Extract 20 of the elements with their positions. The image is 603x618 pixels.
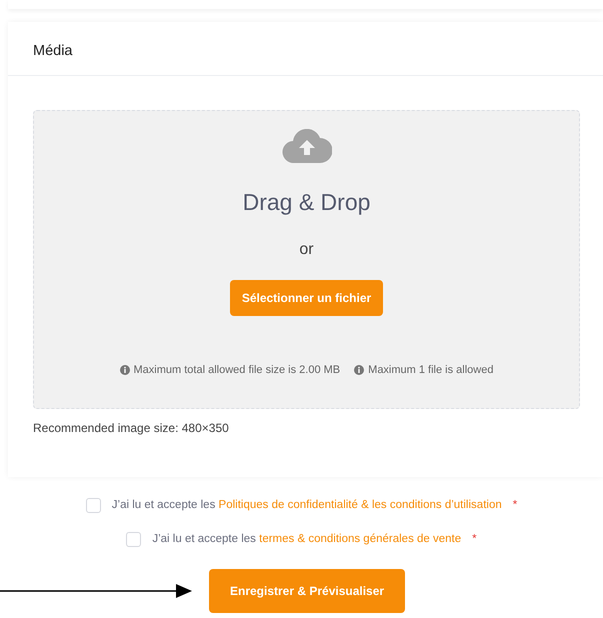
consent-text: J’ai lu et accepte les termes & conditions générales de vente [152,532,462,548]
checkbox[interactable] [86,498,101,514]
checkbox[interactable] [126,532,142,548]
required-mark: * [472,532,477,548]
terms-link[interactable]: termes & conditions générales de vente [259,533,462,546]
select-file-button[interactable]: Sélectionner un fichier [230,280,384,316]
save-preview-button[interactable]: Enregistrer & Prévisualiser [209,568,406,612]
terms-link[interactable]: Politiques de confidentialité & les conditions d’utilisation [218,499,502,511]
dropzone-title: Drag & Drop [242,188,370,217]
note-text: Maximum 1 file is allowed [368,362,494,378]
note-text: Maximum total allowed file size is 2.00 MB [134,362,340,378]
info-icon [354,364,364,375]
dropzone[interactable]: Drag & Drop or Sélectionner un fichier Maximum total allowed file size is 2.00 MB Maximum 1 file is allowed [33,110,580,409]
consent-text: J’ai lu et accepte les Politiques de confidentialité & les conditions d’utilisation [112,498,502,513]
hint-text: Recommended image size: 480×350 [33,420,230,437]
required-mark: * [512,498,518,513]
separator-text: or [299,240,314,260]
card-title: Média [33,43,72,59]
info-icon [120,364,130,375]
cloud-upload-icon [282,129,332,163]
